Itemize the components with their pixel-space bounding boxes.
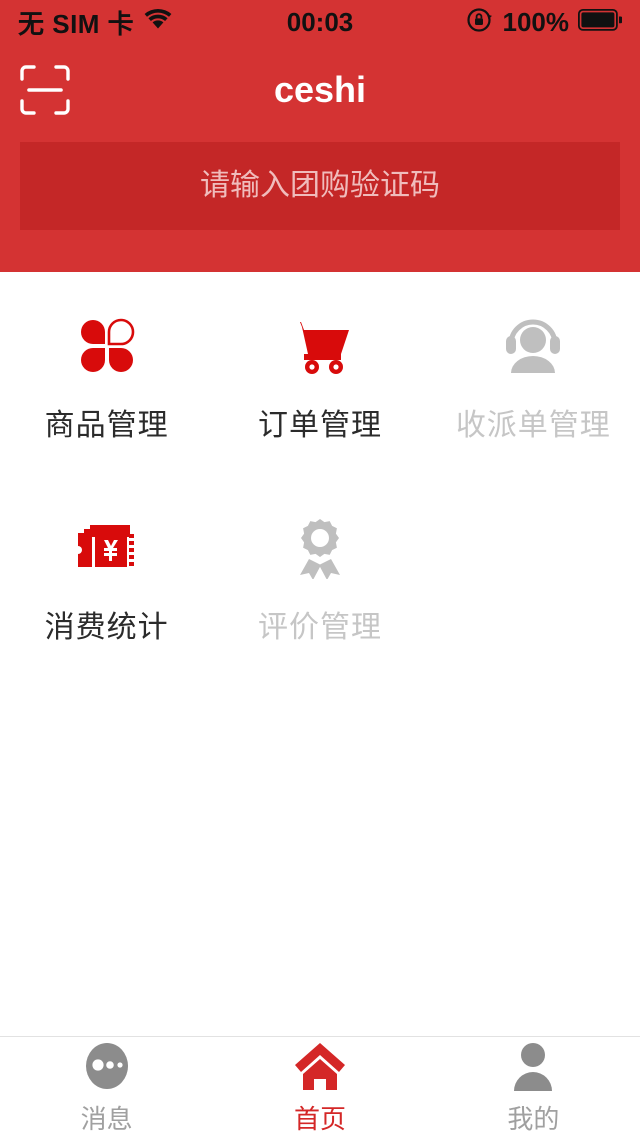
menu-item-label: 消费统计 [44,611,169,644]
rotation-lock-icon [466,6,494,39]
shopping-cart-icon [287,310,353,382]
scan-qr-button[interactable] [18,63,72,117]
app-screen: 无 SIM 卡 00:03 100% ceshi 请输入团购验证码 商品管理 订… [0,0,640,1136]
menu-item-order-management[interactable]: 订单管理 [213,272,426,474]
tab-label: 我的 [507,1104,560,1134]
headset-agent-icon [501,310,565,382]
menu-item-review-management[interactable]: 评价管理 [213,474,426,676]
status-bar-left: 无 SIM 卡 [18,4,320,41]
message-dots-icon [82,1041,132,1091]
verification-code-section [0,135,640,272]
award-medal-icon [291,512,349,584]
carrier-label: 无 SIM 卡 [18,9,135,39]
bottom-tab-bar: 消息 首页 我的 [0,1036,640,1136]
clover-flower-icon [75,310,139,382]
menu-item-label: 订单管理 [257,409,382,442]
menu-grid: 商品管理 订单管理 收派单管理 消费统计 评价管理 [0,272,640,676]
tab-messages[interactable]: 消息 [0,1037,213,1136]
verification-code-input[interactable] [20,142,620,230]
coupon-yuan-icon [75,512,138,584]
page-title: ceshi [273,69,367,110]
person-icon [509,1041,557,1091]
tab-home[interactable]: 首页 [213,1037,426,1136]
menu-item-delivery-management[interactable]: 收派单管理 [427,272,640,474]
scan-qr-icon [20,65,70,115]
wifi-icon [144,9,172,36]
menu-item-label: 评价管理 [257,611,382,644]
tab-profile[interactable]: 我的 [427,1037,640,1136]
menu-item-label: 商品管理 [44,409,169,442]
battery-full-icon [577,8,623,36]
nav-header: ceshi [0,45,640,135]
menu-item-product-management[interactable]: 商品管理 [0,272,213,474]
tab-label: 首页 [293,1104,346,1134]
battery-percent-label: 100% [502,7,570,37]
menu-item-consumption-statistics[interactable]: 消费统计 [0,474,213,676]
tab-label: 消息 [80,1104,133,1134]
menu-item-label: 收派单管理 [455,409,611,442]
status-bar-right: 100% [320,6,623,39]
home-icon [293,1041,347,1091]
status-bar: 无 SIM 卡 00:03 100% [0,0,640,45]
